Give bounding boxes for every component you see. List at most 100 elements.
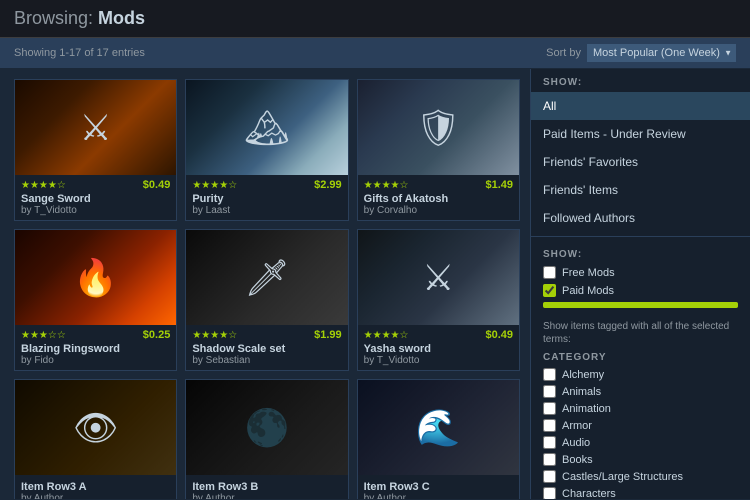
item-price: $1.99 [314, 329, 342, 341]
item-card[interactable]: 👁 Item Row3 A by Author [14, 379, 177, 499]
item-author: by Sebastian [192, 355, 341, 366]
item-thumbnail: 🛡 [358, 80, 519, 175]
free-mods-checkbox[interactable] [543, 266, 556, 279]
category-label-animation: Animation [562, 403, 611, 415]
category-item-alchemy: Alchemy [543, 368, 738, 381]
filter-option-friends-favorites[interactable]: Friends' Favorites [531, 148, 750, 176]
category-checkbox-castles[interactable] [543, 470, 556, 483]
item-thumbnail: 👁 [15, 380, 176, 475]
item-meta: ★★★★☆ $1.99 Shadow Scale set by Sebastia… [186, 325, 347, 370]
item-author: by Fido [21, 355, 170, 366]
category-item-castles: Castles/Large Structures [543, 470, 738, 483]
category-checkbox-animals[interactable] [543, 385, 556, 398]
items-grid: ⚔ ★★★★☆ $0.49 Sange Sword by T_Vidotto 🏔… [14, 79, 520, 499]
filter-option-friends-items[interactable]: Friends' Items [531, 176, 750, 204]
category-item-characters: Characters [543, 487, 738, 499]
item-price-stars: ★★★★☆ $0.49 [364, 329, 513, 341]
item-thumbnail: 🗡 [186, 230, 347, 325]
item-meta: ★★★★☆ $0.49 Sange Sword by T_Vidotto [15, 175, 176, 220]
paid-mods-label: Paid Mods [562, 285, 614, 297]
browsing-label: Browsing: [14, 8, 93, 28]
item-stars: ★★★★☆ [364, 330, 409, 341]
item-author: by Laast [192, 205, 341, 216]
items-grid-area: ⚔ ★★★★☆ $0.49 Sange Sword by T_Vidotto 🏔… [0, 69, 530, 499]
free-mods-label: Free Mods [562, 267, 615, 279]
item-image-icon: 🏔 [186, 80, 347, 175]
item-author: by Author [21, 493, 170, 499]
free-mods-row: Free Mods [543, 266, 738, 279]
item-name: Shadow Scale set [192, 343, 341, 355]
item-image-icon: ⚔ [15, 80, 176, 175]
show-checkboxes-section: SHOW: Free Mods Paid Mods [531, 241, 750, 316]
main-layout: ⚔ ★★★★☆ $0.49 Sange Sword by T_Vidotto 🏔… [0, 69, 750, 499]
category-checkbox-animation[interactable] [543, 402, 556, 415]
item-image-icon: ⚔ [358, 230, 519, 325]
item-card[interactable]: 🔥 ★★★☆☆ $0.25 Blazing Ringsword by Fido [14, 229, 177, 371]
item-card[interactable]: 🗡 ★★★★☆ $1.99 Shadow Scale set by Sebast… [185, 229, 348, 371]
toolbar: Showing 1-17 of 17 entries Sort by Most … [0, 38, 750, 69]
item-thumbnail: 🔥 [15, 230, 176, 325]
category-item-animals: Animals [543, 385, 738, 398]
category-label-alchemy: Alchemy [562, 369, 604, 381]
item-meta: ★★★★☆ $2.99 Purity by Laast [186, 175, 347, 220]
category-checkbox-audio[interactable] [543, 436, 556, 449]
show-items-text: Show items tagged with all of the select… [531, 316, 750, 352]
item-image-icon: 👁 [15, 380, 176, 475]
item-card[interactable]: ⚔ ★★★★☆ $0.49 Sange Sword by T_Vidotto [14, 79, 177, 221]
filter-option-all[interactable]: All [531, 92, 750, 120]
item-price: $0.49 [485, 329, 513, 341]
item-meta: Item Row3 C by Author [358, 475, 519, 499]
item-image-icon: 🌑 [186, 380, 347, 475]
category-checkbox-alchemy[interactable] [543, 368, 556, 381]
category-label-audio: Audio [562, 437, 590, 449]
page-title: Browsing: Mods [14, 8, 736, 29]
item-card[interactable]: 🏔 ★★★★☆ $2.99 Purity by Laast [185, 79, 348, 221]
item-meta: ★★★☆☆ $0.25 Blazing Ringsword by Fido [15, 325, 176, 370]
item-price-stars: ★★★★☆ $1.49 [364, 179, 513, 191]
item-meta: Item Row3 A by Author [15, 475, 176, 499]
item-stars: ★★★★☆ [21, 180, 66, 191]
item-image-icon: 🛡 [358, 80, 519, 175]
item-card[interactable]: 🌑 Item Row3 B by Author [185, 379, 348, 499]
category-label: CATEGORY [543, 352, 738, 363]
item-card[interactable]: 🌊 Item Row3 C by Author [357, 379, 520, 499]
filter-option-followed-authors[interactable]: Followed Authors [531, 204, 750, 232]
item-stars: ★★★★☆ [364, 180, 409, 191]
item-meta: ★★★★☆ $0.49 Yasha sword by T_Vidotto [358, 325, 519, 370]
category-checkbox-books[interactable] [543, 453, 556, 466]
item-author: by T_Vidotto [364, 355, 513, 366]
item-author: by Author [364, 493, 513, 499]
category-checkbox-armor[interactable] [543, 419, 556, 432]
sort-select[interactable]: Most Popular (One Week) [587, 44, 736, 62]
category-label-animals: Animals [562, 386, 601, 398]
item-card[interactable]: ⚔ ★★★★☆ $0.49 Yasha sword by T_Vidotto [357, 229, 520, 371]
filter-option-paid-review[interactable]: Paid Items - Under Review [531, 120, 750, 148]
filter-divider-1 [531, 236, 750, 237]
item-name: Yasha sword [364, 343, 513, 355]
category-checkbox-characters[interactable] [543, 487, 556, 499]
category-label-characters: Characters [562, 488, 616, 500]
item-author: by T_Vidotto [21, 205, 170, 216]
item-image-icon: 🗡 [186, 230, 347, 325]
item-stars: ★★★★☆ [192, 330, 237, 341]
item-image-icon: 🌊 [358, 380, 519, 475]
item-thumbnail: ⚔ [15, 80, 176, 175]
item-thumbnail: 🏔 [186, 80, 347, 175]
item-price-stars: ★★★★☆ $1.99 [192, 329, 341, 341]
item-author: by Author [192, 493, 341, 499]
show2-label: SHOW: [543, 249, 738, 260]
category-section: CATEGORY Alchemy Animals Animation Armor… [531, 352, 750, 499]
item-stars: ★★★★☆ [192, 180, 237, 191]
item-price: $0.25 [143, 329, 171, 341]
item-stars: ★★★☆☆ [21, 330, 66, 341]
item-name: Item Row3 C [364, 481, 513, 493]
category-label-armor: Armor [562, 420, 592, 432]
item-card[interactable]: 🛡 ★★★★☆ $1.49 Gifts of Akatosh by Corval… [357, 79, 520, 221]
paid-mods-checkbox[interactable] [543, 284, 556, 297]
page-header: Browsing: Mods [0, 0, 750, 38]
paid-mods-bar [543, 302, 738, 308]
sort-dropdown-wrapper[interactable]: Most Popular (One Week) [587, 44, 736, 62]
category-item-armor: Armor [543, 419, 738, 432]
paid-mods-row: Paid Mods [543, 284, 738, 297]
item-name: Purity [192, 193, 341, 205]
